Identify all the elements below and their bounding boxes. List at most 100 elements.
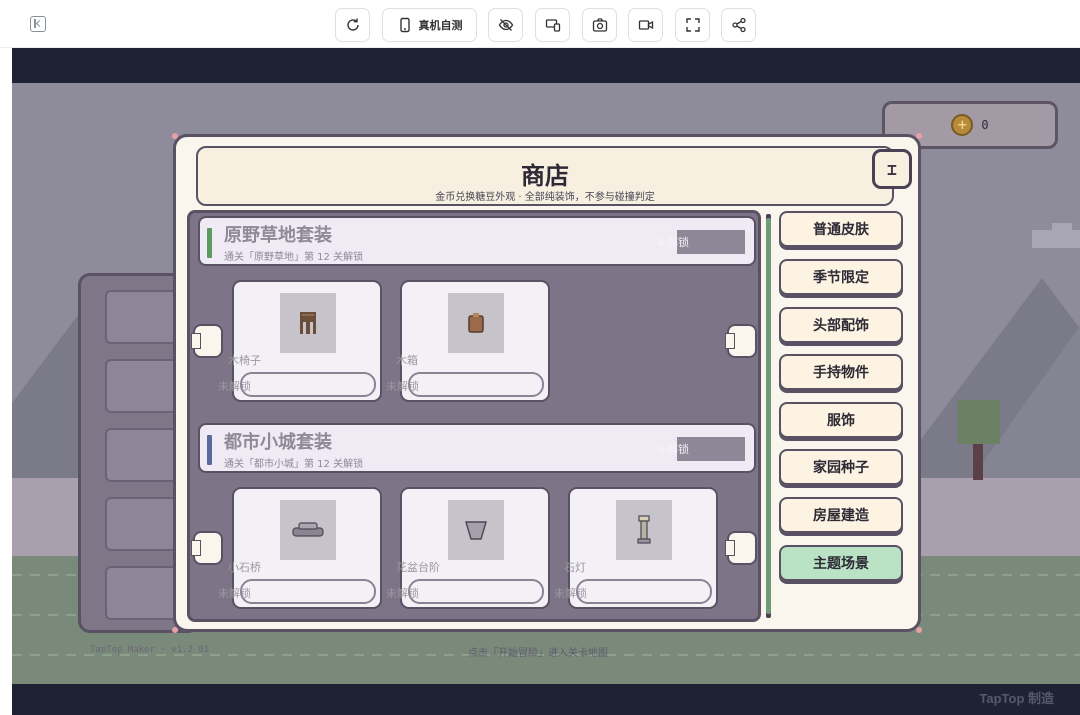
item-lock-status: 未解锁 bbox=[218, 587, 251, 600]
camera-icon bbox=[592, 18, 607, 32]
set-color-bar bbox=[207, 435, 212, 465]
scroll-left-button[interactable] bbox=[191, 324, 223, 358]
shop-item-list[interactable]: 原野草地套装 通关「原野草地」第 12 关解锁 未解锁 木椅子 未解锁 木箱 未… bbox=[187, 210, 761, 622]
item-card-lamp[interactable]: 石灯 未解锁 bbox=[554, 487, 718, 609]
bridge-icon bbox=[292, 522, 324, 537]
item-lock-status: 未解锁 bbox=[386, 380, 419, 393]
menu-slot bbox=[105, 359, 181, 413]
tab-head-accessory[interactable]: 头部配饰 bbox=[779, 307, 903, 343]
item-lock-status: 未解锁 bbox=[386, 587, 419, 600]
item-card-box[interactable]: 木箱 未解锁 bbox=[386, 280, 550, 402]
set-name: 原野草地套装 bbox=[224, 225, 332, 246]
close-button[interactable]: ⌶ bbox=[872, 149, 912, 189]
box-icon bbox=[468, 313, 484, 333]
collapse-sidebar-icon[interactable] bbox=[30, 16, 46, 32]
set-header-city: 都市小城套装 通关「都市小城」第 12 关解锁 未解锁 bbox=[198, 423, 756, 473]
item-thumbnail bbox=[448, 500, 504, 560]
taptop-watermark: TapTop 制造 bbox=[979, 691, 1054, 706]
corner-dot bbox=[172, 627, 178, 633]
chair-icon bbox=[300, 312, 316, 334]
tree-trunk bbox=[973, 444, 983, 480]
item-card-chair[interactable]: 木椅子 未解锁 bbox=[218, 280, 382, 402]
coin-value: 0 bbox=[981, 118, 989, 132]
device-test-label: 真机自测 bbox=[418, 19, 463, 32]
tab-theme-scene[interactable]: 主题场景 bbox=[779, 545, 903, 581]
unlock-button[interactable] bbox=[240, 579, 376, 604]
shop-subtitle: 金币兑换糖豆外观 · 全部纯装饰，不参与碰撞判定 bbox=[435, 192, 655, 203]
refresh-icon bbox=[346, 18, 359, 31]
version-text: TapTop Maker · v1.2 01 bbox=[90, 645, 210, 655]
corner-dot bbox=[172, 133, 178, 139]
unlock-button[interactable] bbox=[576, 579, 712, 604]
phone-icon bbox=[399, 17, 410, 33]
shop-header: 商店 金币兑换糖豆外观 · 全部纯装饰，不参与碰撞判定 bbox=[196, 146, 894, 206]
set-condition: 通关「都市小城」第 12 关解锁 bbox=[224, 459, 364, 470]
item-name: 小石桥 bbox=[228, 561, 261, 574]
unlock-button[interactable] bbox=[240, 372, 376, 397]
item-thumbnail bbox=[448, 293, 504, 353]
arrow-left-icon bbox=[191, 333, 201, 349]
fullscreen-icon bbox=[685, 18, 700, 32]
unlock-button[interactable] bbox=[408, 372, 544, 397]
record-button[interactable] bbox=[628, 8, 663, 42]
scroll-right-button[interactable] bbox=[725, 324, 757, 358]
tab-handheld[interactable]: 手持物件 bbox=[779, 354, 903, 390]
item-name: 木椅子 bbox=[228, 354, 261, 367]
menu-slot bbox=[105, 497, 181, 551]
device-switch-button[interactable] bbox=[535, 8, 570, 42]
menu-slot bbox=[105, 566, 181, 620]
tab-seasonal[interactable]: 季节限定 bbox=[779, 259, 903, 295]
set-name: 都市小城套装 bbox=[224, 432, 332, 453]
item-lock-status: 未解锁 bbox=[554, 587, 587, 600]
item-thumbnail bbox=[280, 500, 336, 560]
screenshot-button[interactable] bbox=[582, 8, 617, 42]
item-thumbnail bbox=[280, 293, 336, 353]
game-canvas[interactable]: TapTop Maker · v1.2 01 点击「开始冒险」进入关卡地图 + … bbox=[12, 83, 1080, 684]
corner-dot bbox=[916, 627, 922, 633]
arrow-left-icon bbox=[191, 540, 201, 556]
set-status: 未解锁 bbox=[656, 236, 689, 249]
set-color-bar bbox=[207, 228, 212, 258]
tab-normal-skin[interactable]: 普通皮肤 bbox=[779, 211, 903, 247]
set-condition: 通关「原野草地」第 12 关解锁 bbox=[224, 252, 364, 263]
stage-letterbox-top bbox=[12, 48, 1080, 83]
scroll-right-button[interactable] bbox=[725, 531, 757, 565]
item-card-bridge[interactable]: 小石桥 未解锁 bbox=[218, 487, 382, 609]
set-header-grassland: 原野草地套装 通关「原野草地」第 12 关解锁 未解锁 bbox=[198, 216, 756, 266]
top-toolbar: 真机自测 bbox=[0, 0, 1080, 48]
refresh-button[interactable] bbox=[335, 8, 370, 42]
device-test-button[interactable]: 真机自测 bbox=[382, 8, 477, 42]
device-switch-icon bbox=[545, 19, 560, 32]
arrow-right-icon bbox=[725, 333, 735, 349]
scrollbar-thumb[interactable] bbox=[766, 218, 771, 614]
arrow-right-icon bbox=[725, 540, 735, 556]
item-thumbnail bbox=[616, 500, 672, 560]
tab-home-seeds[interactable]: 家园种子 bbox=[779, 449, 903, 485]
coin-icon: + bbox=[951, 114, 974, 136]
set-status: 未解锁 bbox=[656, 443, 689, 456]
shop-modal: 商店 金币兑换糖豆外观 · 全部纯装饰，不参与碰撞判定 ⌶ 原野草地套装 通关「… bbox=[172, 133, 922, 633]
cloud bbox=[1052, 223, 1072, 231]
share-button[interactable] bbox=[721, 8, 756, 42]
scroll-left-button[interactable] bbox=[191, 531, 223, 565]
lamp-icon bbox=[637, 515, 651, 544]
menu-slot bbox=[105, 290, 181, 344]
list-scrollbar[interactable] bbox=[766, 214, 771, 618]
tab-clothing[interactable]: 服饰 bbox=[779, 402, 903, 438]
menu-slot bbox=[105, 428, 181, 482]
eye-off-icon bbox=[498, 19, 513, 31]
shop-title: 商店 bbox=[521, 162, 569, 190]
hide-button[interactable] bbox=[488, 8, 523, 42]
stage-letterbox-bottom bbox=[12, 684, 1080, 715]
pot-icon bbox=[465, 521, 487, 540]
item-card-pot[interactable]: 花盆台阶 未解锁 bbox=[386, 487, 550, 609]
unlock-button[interactable] bbox=[408, 579, 544, 604]
tree-icon bbox=[958, 400, 1000, 444]
item-lock-status: 未解锁 bbox=[218, 380, 251, 393]
item-name: 石灯 bbox=[564, 561, 586, 574]
cloud bbox=[1032, 230, 1080, 248]
fullscreen-button[interactable] bbox=[675, 8, 710, 42]
tab-house-build[interactable]: 房屋建造 bbox=[779, 497, 903, 533]
item-name: 木箱 bbox=[396, 354, 418, 367]
start-hint: 点击「开始冒险」进入关卡地图 bbox=[468, 648, 608, 659]
